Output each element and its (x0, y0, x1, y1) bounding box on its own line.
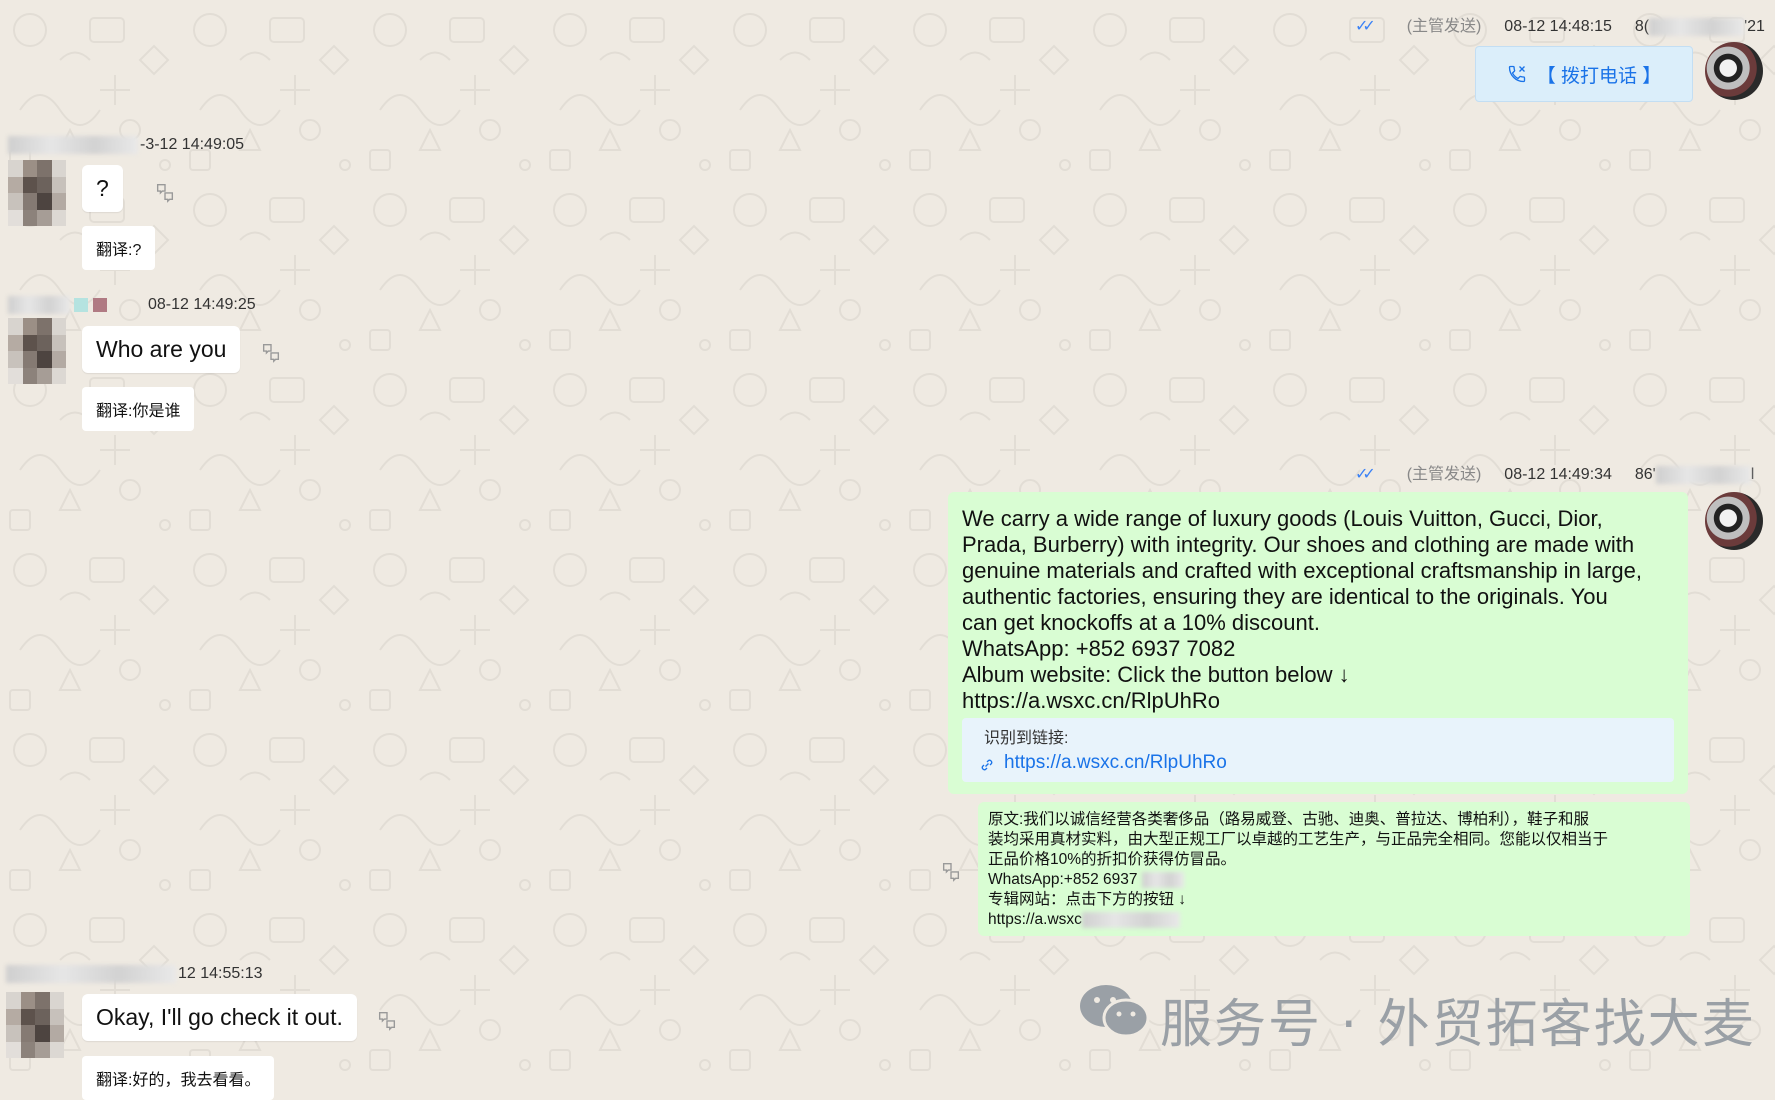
message-text: Who are you (96, 336, 227, 362)
translate-icon[interactable] (376, 1009, 398, 1031)
contact-avatar (8, 160, 66, 226)
link-icon (981, 759, 993, 771)
in2-time: 08-12 14:49:25 (148, 296, 256, 313)
message-line: https://a.wsxc.cn/RlpUhRo (962, 688, 1220, 713)
in1-time: -3-12 14:49:05 (140, 136, 245, 153)
incoming-message-bubble[interactable]: Who are you (82, 326, 241, 373)
translate-icon[interactable] (260, 341, 282, 363)
wechat-logo-icon (1080, 985, 1150, 1038)
detected-link-box: 识别到链接: https://a.wsxc.cn/RlpUhRo (962, 718, 1674, 782)
redacted-url (1081, 911, 1180, 928)
translation-text: 翻译:好的，我去看看。 (96, 1072, 261, 1089)
translation-line: 专辑网站：点击下方的按钮 ↓ (988, 891, 1187, 908)
sender-tag: (主管发送) (1406, 18, 1482, 35)
sender-tag: (主管发送) (1406, 466, 1482, 483)
phone-suffix: l (1750, 466, 1755, 483)
message-line: Album website: Click the button below ↓ (962, 662, 1350, 687)
outgoing-translation-bubble: 原文:我们以诚信经营各类奢侈品（路易威登、古驰、迪奥、普拉达、博柏利），鞋子和服… (978, 802, 1690, 936)
translate-icon[interactable] (940, 860, 962, 882)
translation-line: 正品价格10%的折扣价获得仿冒品。 (988, 851, 1237, 868)
redacted-number (1141, 871, 1184, 888)
translation-bubble: 翻译:好的，我去看看。 (82, 1056, 275, 1100)
translation-line: 原文:我们以诚信经营各类奢侈品（路易威登、古驰、迪奥、普拉达、博柏利），鞋子和服 (988, 811, 1590, 828)
incoming-message-bubble[interactable]: Okay, I'll go check it out. (82, 994, 357, 1041)
message-line: authentic factories, ensuring they are i… (962, 584, 1608, 609)
my-avatar (1705, 42, 1763, 100)
translation-line: WhatsApp:+852 6937 (988, 870, 1608, 890)
translate-icon[interactable] (154, 181, 176, 203)
contact-name-redacted (8, 296, 107, 314)
translation-text: 翻译:你是谁 (96, 403, 181, 420)
phone-prefix: 86' (1634, 466, 1656, 483)
message-text: ? (96, 175, 109, 201)
contact-avatar (8, 318, 66, 384)
translation-bubble: 翻译:你是谁 (82, 387, 195, 431)
my-avatar (1705, 492, 1763, 550)
call-button-label: 【 拨打电话 】 (1536, 65, 1662, 87)
message-line: can get knockoffs at a 10% discount. (962, 610, 1320, 635)
read-receipt-icon: ✓✓ (1355, 466, 1376, 483)
translation-line: 装均采用真材实料，由大型正规工厂以卓越的工艺生产，与正品完全相同。您能以仅相当于 (988, 831, 1609, 848)
call-button[interactable]: 【 拨打电话 】 (1475, 46, 1693, 102)
message-time: 08-12 14:48:15 (1504, 18, 1612, 35)
message-line: genuine materials and crafted with excep… (962, 558, 1642, 583)
message-line: We carry a wide range of luxury goods (L… (962, 506, 1603, 531)
outgoing-message-bubble[interactable]: We carry a wide range of luxury goods (L… (948, 492, 1688, 794)
phone-suffix: '21 (1744, 18, 1765, 35)
translation-bubble: 翻译:? (82, 226, 156, 270)
message-text: Okay, I'll go check it out. (96, 1004, 343, 1030)
detected-link[interactable]: https://a.wsxc.cn/RlpUhRo (1004, 752, 1227, 774)
incoming-message-bubble[interactable]: ? (82, 165, 123, 212)
phone-icon (1508, 65, 1525, 83)
translation-line: https://a.wsxc (988, 910, 1608, 930)
translation-body: 原文:我们以诚信经营各类奢侈品（路易威登、古驰、迪奥、普拉达、博柏利），鞋子和服… (988, 810, 1608, 930)
message-time: 08-12 14:49:34 (1504, 466, 1612, 483)
read-receipt-icon: ✓✓ (1355, 18, 1376, 35)
contact-avatar (6, 992, 64, 1058)
message-line: Prada, Burberry) with integrity. Our sho… (962, 532, 1635, 557)
message-body: We carry a wide range of luxury goods (L… (962, 506, 1642, 714)
redacted-phone (1649, 17, 1745, 36)
contact-name-redacted (6, 965, 176, 983)
phone-prefix: 8( (1634, 18, 1650, 35)
out1-meta: ✓✓ (主管发送) 08-12 14:48:15 8( '21 (1355, 12, 1765, 36)
translation-text: 翻译:? (96, 242, 142, 259)
out2-meta: ✓✓ (主管发送) 08-12 14:49:34 86' l (1355, 460, 1754, 484)
contact-name-redacted (8, 136, 138, 154)
redacted-phone (1655, 465, 1751, 484)
in3-time: 12 14:55:13 (178, 965, 263, 982)
watermark-text: 服务号 · 外贸拓客找大麦 (1160, 995, 1756, 1055)
detected-link-label: 识别到链接: (984, 730, 1069, 747)
message-line: WhatsApp: +852 6937 7082 (962, 636, 1236, 661)
